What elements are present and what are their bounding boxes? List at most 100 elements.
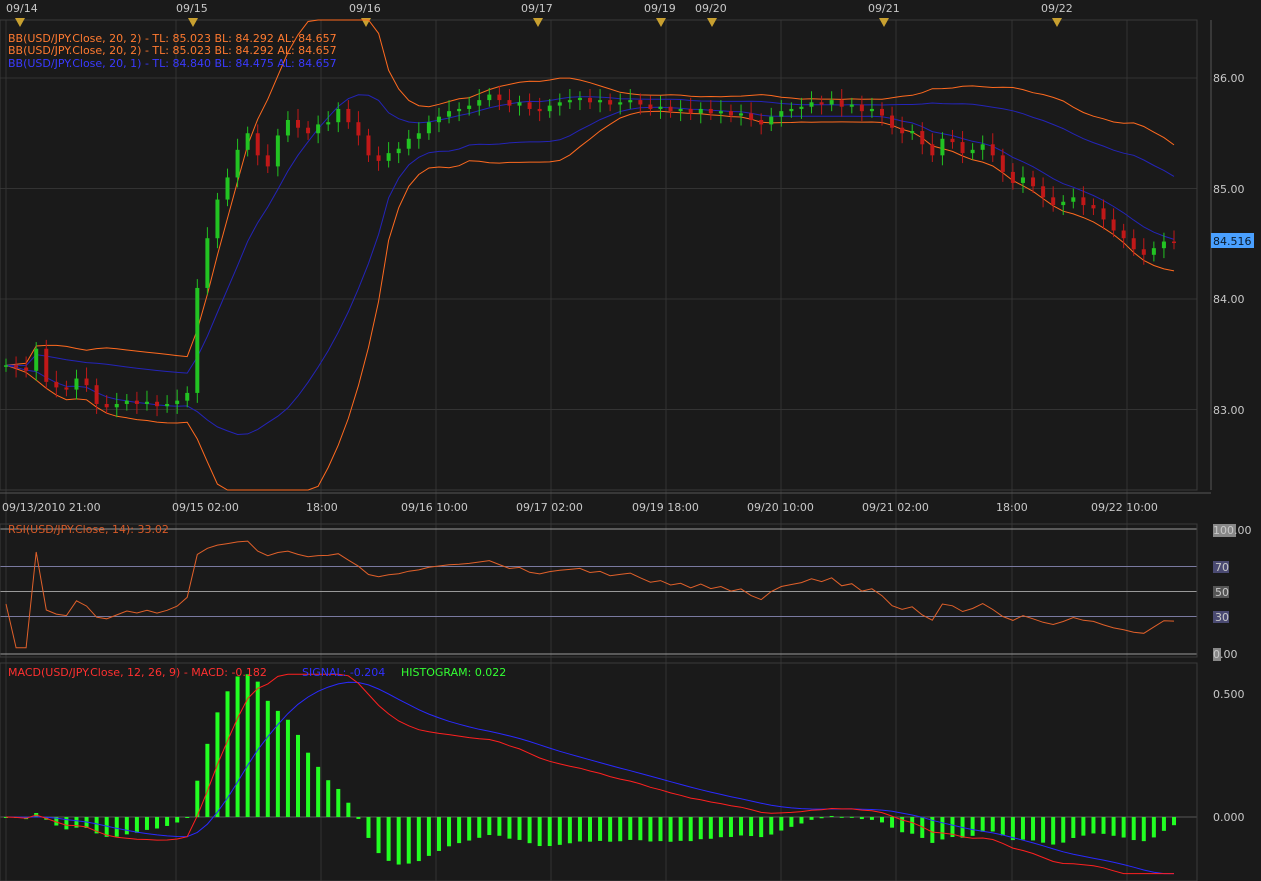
candle-body-42 (426, 122, 431, 134)
macd-hist-bar-14 (144, 817, 149, 830)
time-tick-3: 09/16 10:00 (401, 501, 468, 514)
time-tick-9: 09/22 10:00 (1091, 501, 1158, 514)
candle-body-54 (547, 105, 552, 112)
candle-body-59 (598, 100, 603, 103)
candle-body-53 (537, 108, 542, 112)
candle-body-67 (678, 108, 683, 112)
macd-hist-bar-80 (809, 817, 814, 820)
macd-hist-bar-16 (165, 817, 170, 826)
macd-hist-bar-13 (134, 817, 139, 833)
date-marker-0919: 09/19 (644, 2, 676, 15)
macd-hist-bar-44 (447, 817, 452, 847)
candle-body-21 (215, 199, 220, 239)
macd-hist-bar-40 (406, 817, 411, 864)
chart-window: BB(USD/JPY.Close, 20, 2) - TL: 85.023 BL… (0, 0, 1261, 881)
date-marker-0915: 09/15 (176, 2, 208, 15)
macd-hist-bar-72 (728, 817, 733, 837)
candle-body-35 (356, 122, 361, 136)
macd-hist-bar-61 (618, 817, 623, 842)
candle-body-52 (527, 102, 532, 109)
macd-hist-bar-93 (940, 817, 945, 840)
rsi-tick-100: 100.00 (1213, 524, 1252, 537)
candle-body-64 (648, 104, 653, 109)
macd-hist-bar-68 (688, 817, 693, 842)
macd-hist-bar-116 (1172, 817, 1176, 826)
candle-body-113 (1141, 249, 1146, 255)
macd-hist-bar-6 (64, 817, 69, 830)
candle-body-32 (326, 122, 331, 125)
macd-hist-bar-87 (880, 817, 884, 823)
candle-body-87 (880, 108, 884, 116)
macd-hist-bar-35 (356, 817, 361, 819)
candle-body-76 (769, 116, 774, 125)
macd-hist-bar-32 (326, 780, 331, 817)
macd-hist-bar-84 (849, 816, 854, 818)
candle-body-94 (950, 138, 955, 143)
candle-body-107 (1081, 197, 1086, 206)
candle-body-108 (1091, 205, 1096, 209)
candle-body-1 (14, 365, 19, 368)
candle-body-38 (386, 153, 391, 161)
macd-hist-bar-85 (859, 817, 864, 820)
candle-body-70 (708, 108, 713, 114)
bb-legend-2: BB(USD/JPY.Close, 20, 2) - TL: 85.023 BL… (8, 44, 337, 57)
candle-body-34 (346, 108, 351, 123)
macd-hist-bar-73 (739, 817, 744, 836)
candle-body-41 (416, 133, 421, 139)
candle-body-27 (275, 135, 280, 167)
macd-hist-bar-78 (789, 817, 794, 827)
candle-body-112 (1131, 238, 1136, 250)
rsi-tick-0: 0.00 (1213, 648, 1238, 661)
candle-body-33 (336, 108, 341, 123)
rsi-title: RSI(USD/JPY.Close, 14): 33.02 (8, 523, 169, 536)
candle-body-7 (74, 378, 79, 390)
candle-body-16 (165, 403, 170, 407)
candle-body-83 (839, 100, 844, 107)
macd-hist-bar-11 (114, 817, 119, 837)
stock-chart-svg[interactable]: BB(USD/JPY.Close, 20, 2) - TL: 85.023 BL… (0, 0, 1261, 881)
macd-hist-bar-62 (628, 817, 633, 840)
candle-body-28 (285, 119, 290, 136)
candle-body-48 (487, 94, 492, 101)
macd-hist-bar-103 (1041, 817, 1046, 843)
macd-hist-bar-64 (648, 817, 653, 842)
macd-hist-bar-112 (1131, 817, 1136, 841)
macd-hist-bar-108 (1091, 817, 1096, 834)
candle-body-56 (567, 100, 572, 103)
macd-hist-bar-55 (557, 817, 562, 845)
candle-body-89 (900, 127, 905, 134)
candle-body-44 (447, 111, 452, 117)
candle-body-65 (658, 106, 663, 109)
macd-hist-bar-113 (1141, 817, 1146, 842)
y-tick-85: 85.00 (1213, 183, 1245, 196)
candle-body-11 (114, 403, 119, 408)
candle-body-95 (960, 142, 965, 154)
macd-hist-bar-74 (749, 817, 754, 837)
candle-body-92 (930, 144, 935, 156)
candle-body-9 (94, 385, 99, 404)
candle-body-25 (255, 133, 260, 156)
candle-body-98 (990, 144, 995, 156)
macd-hist-bar-34 (346, 802, 351, 817)
macd-hist-bar-79 (799, 817, 804, 824)
candle-body-46 (467, 105, 472, 109)
candle-body-116 (1172, 241, 1176, 244)
candle-body-93 (940, 138, 945, 156)
macd-hist-bar-36 (366, 817, 371, 838)
macd-hist-bar-29 (296, 734, 300, 817)
macd-hist-bar-106 (1071, 817, 1076, 838)
candle-body-4 (44, 348, 49, 382)
time-tick-5: 09/19 18:00 (632, 501, 699, 514)
macd-hist-bar-45 (457, 817, 462, 844)
candle-body-111 (1121, 230, 1126, 239)
candle-body-80 (809, 102, 814, 107)
candle-body-62 (628, 100, 633, 103)
macd-hist-bar-26 (265, 700, 270, 817)
rsi-level-70: 70 (1215, 561, 1229, 574)
date-marker-0922: 09/22 (1041, 2, 1073, 15)
candle-body-72 (728, 111, 733, 116)
macd-hist-bar-115 (1161, 817, 1166, 831)
candle-body-26 (265, 155, 270, 167)
macd-hist-bar-18 (185, 817, 190, 818)
candle-body-69 (698, 108, 703, 114)
